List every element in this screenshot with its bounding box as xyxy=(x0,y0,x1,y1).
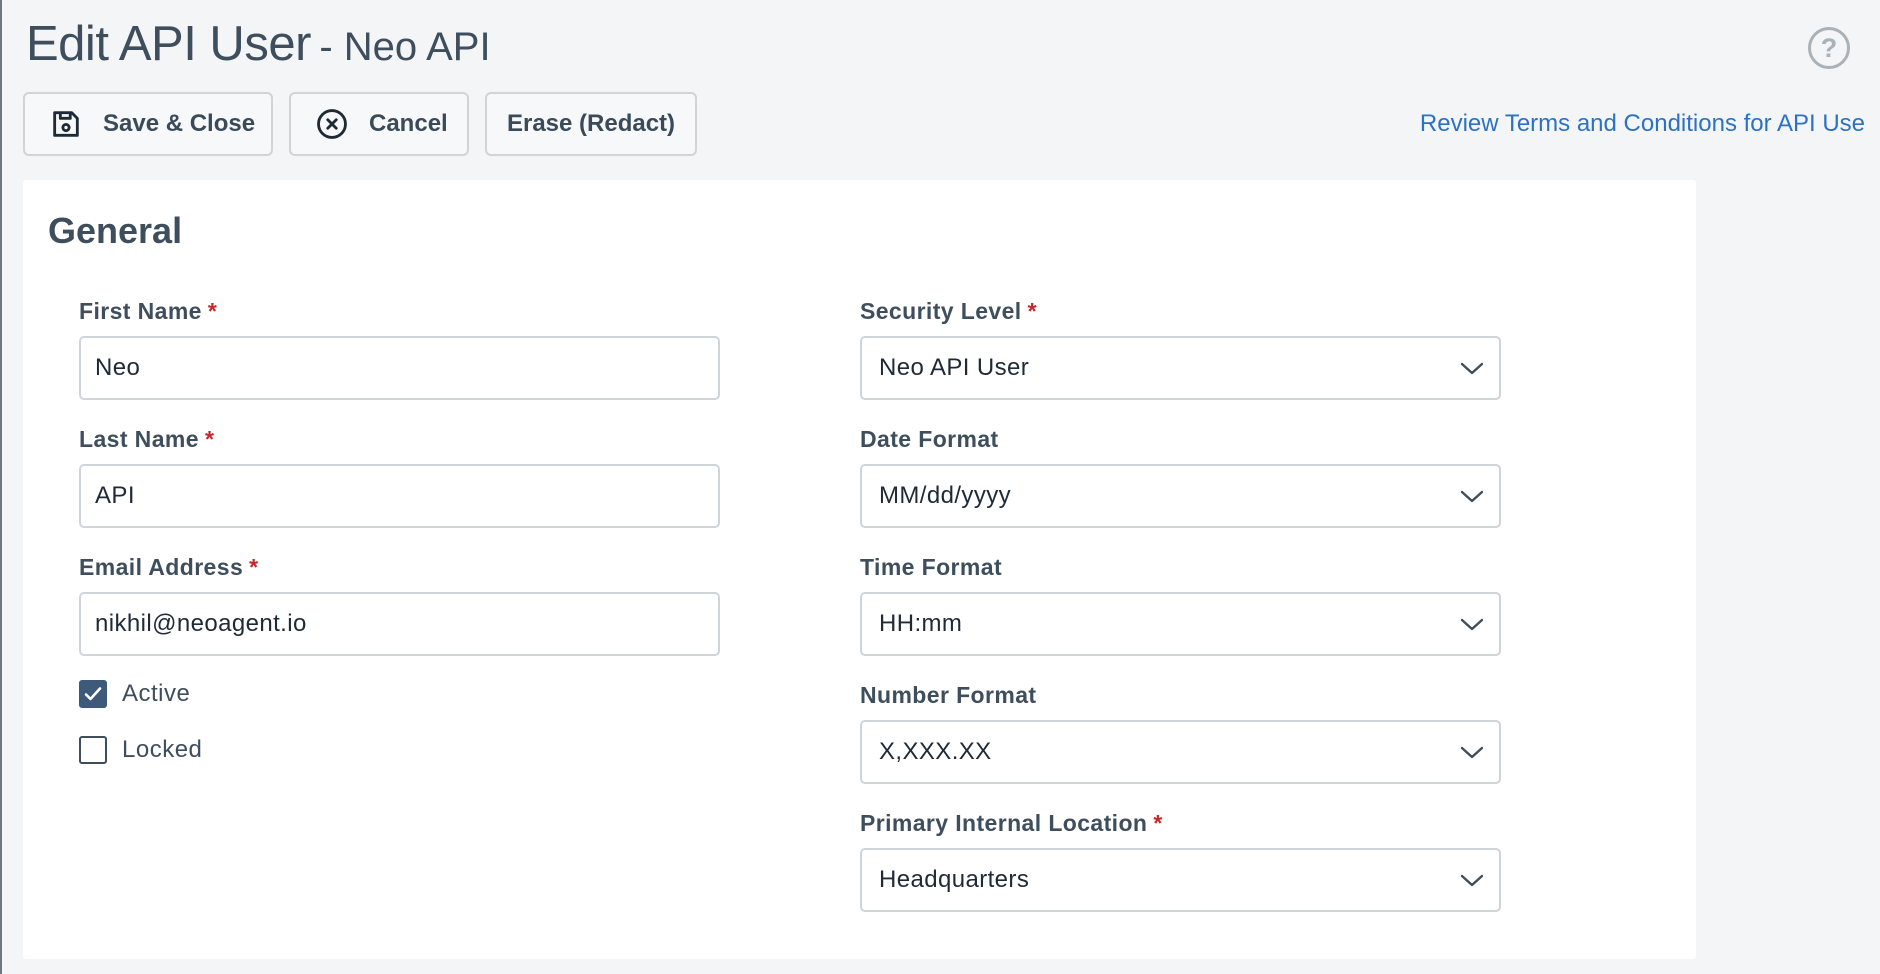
number-format-field: Number Format X,XXX.XX xyxy=(860,682,1501,784)
email-field: Email Address * nikhil@neoagent.io xyxy=(79,554,720,656)
security-level-field: Security Level * Neo API User xyxy=(860,298,1501,400)
date-format-value: MM/dd/yyyy xyxy=(879,482,1012,509)
number-format-select[interactable]: X,XXX.XX xyxy=(860,720,1501,784)
help-icon[interactable]: ? xyxy=(1808,27,1850,69)
active-checkbox-box[interactable] xyxy=(79,680,107,708)
primary-location-label: Primary Internal Location * xyxy=(860,810,1163,836)
primary-location-field: Primary Internal Location * Headquarters xyxy=(860,810,1501,912)
primary-location-value: Headquarters xyxy=(879,866,1030,893)
save-close-button[interactable]: Save & Close xyxy=(23,92,273,156)
required-marker: * xyxy=(1153,810,1163,836)
first-name-input[interactable]: Neo xyxy=(79,336,720,400)
chevron-down-icon xyxy=(1460,874,1484,887)
floppy-disk-icon xyxy=(49,107,83,141)
time-format-field: Time Format HH:mm xyxy=(860,554,1501,656)
erase-redact-label: Erase (Redact) xyxy=(506,110,676,137)
cancel-button[interactable]: Cancel xyxy=(289,92,469,156)
required-marker: * xyxy=(249,554,259,580)
page-title: Edit API User - Neo API xyxy=(26,16,491,72)
last-name-label: Last Name * xyxy=(79,426,215,452)
first-name-field: First Name * Neo xyxy=(79,298,720,400)
active-checkbox[interactable]: Active xyxy=(79,680,190,708)
email-label: Email Address * xyxy=(79,554,259,580)
general-section-card: General First Name * Neo Last Name * API E… xyxy=(23,180,1696,959)
primary-location-select[interactable]: Headquarters xyxy=(860,848,1501,912)
edit-api-user-page: Edit API User - Neo API ? Save & Close C xyxy=(0,0,1880,974)
section-title: General xyxy=(48,210,183,251)
security-level-select[interactable]: Neo API User xyxy=(860,336,1501,400)
email-input[interactable]: nikhil@neoagent.io xyxy=(79,592,720,656)
required-marker: * xyxy=(1027,298,1037,324)
number-format-value: X,XXX.XX xyxy=(879,738,992,765)
chevron-down-icon xyxy=(1460,362,1484,375)
last-name-input[interactable]: API xyxy=(79,464,720,528)
page-title-subtitle: - Neo API xyxy=(319,25,491,69)
chevron-down-icon xyxy=(1460,490,1484,503)
circle-x-icon xyxy=(315,107,349,141)
time-format-label: Time Format xyxy=(860,554,1003,580)
active-label: Active xyxy=(122,680,191,707)
check-icon xyxy=(84,687,102,701)
erase-redact-button[interactable]: Erase (Redact) xyxy=(485,92,697,156)
terms-link[interactable]: Review Terms and Conditions for API Use xyxy=(1420,110,1865,138)
locked-checkbox[interactable]: Locked xyxy=(79,736,202,764)
locked-checkbox-box[interactable] xyxy=(79,736,107,764)
save-close-label: Save & Close xyxy=(103,110,256,137)
locked-label: Locked xyxy=(122,736,203,763)
required-marker: * xyxy=(204,426,215,452)
time-format-value: HH:mm xyxy=(879,610,963,637)
date-format-field: Date Format MM/dd/yyyy xyxy=(860,426,1501,528)
toolbar: Save & Close Cancel Erase (Redact) xyxy=(23,92,697,156)
last-name-field: Last Name * API xyxy=(79,426,720,528)
first-name-label: First Name * xyxy=(79,298,218,324)
date-format-label: Date Format xyxy=(860,426,999,452)
required-marker: * xyxy=(207,298,218,324)
chevron-down-icon xyxy=(1460,746,1484,759)
cancel-label: Cancel xyxy=(369,110,448,137)
page-title-main: Edit API User xyxy=(26,17,311,71)
security-level-label: Security Level * xyxy=(860,298,1037,324)
chevron-down-icon xyxy=(1460,618,1484,631)
date-format-select[interactable]: MM/dd/yyyy xyxy=(860,464,1501,528)
number-format-label: Number Format xyxy=(860,682,1037,708)
security-level-value: Neo API User xyxy=(879,354,1030,381)
time-format-select[interactable]: HH:mm xyxy=(860,592,1501,656)
